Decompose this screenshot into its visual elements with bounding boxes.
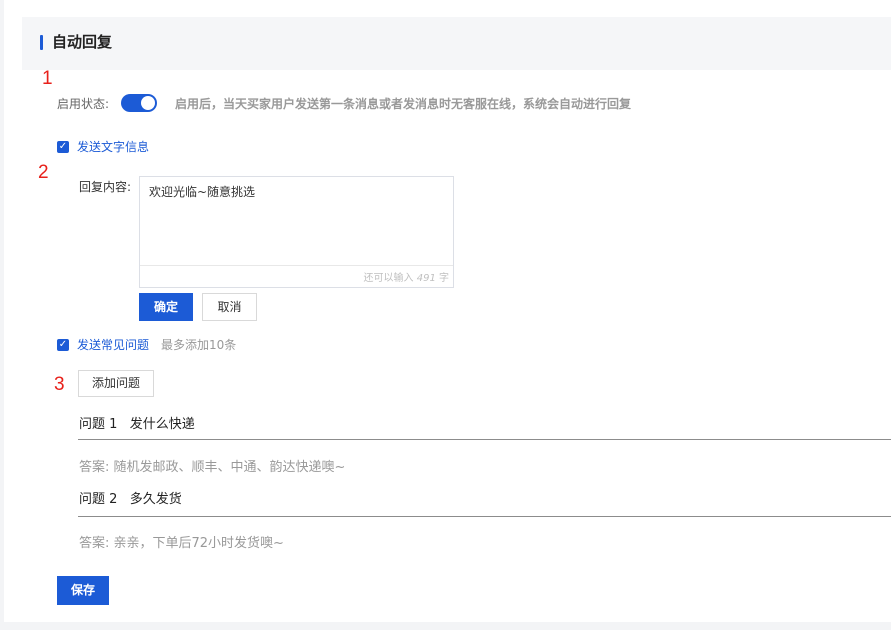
char-counter: 还可以输入 491 字 xyxy=(364,269,449,284)
annotation-2: 2 xyxy=(38,162,49,183)
check-icon[interactable]: ✓ xyxy=(57,339,69,351)
section-header: 自动回复 xyxy=(22,17,891,70)
counter-suffix: 字 xyxy=(439,273,449,284)
check-icon[interactable]: ✓ xyxy=(57,141,69,153)
counter-value: 491 xyxy=(416,273,436,284)
enable-toggle[interactable] xyxy=(121,94,157,112)
page-title: 自动回复 xyxy=(52,33,113,51)
reply-textarea-box: 还可以输入 491 字 xyxy=(139,176,454,288)
textarea-divider xyxy=(140,265,453,266)
faq-divider-2 xyxy=(78,516,891,517)
send-faq-checkbox-row[interactable]: ✓ 发送常见问题 最多添加10条 xyxy=(57,337,317,353)
annotation-3: 3 xyxy=(54,374,65,395)
save-button[interactable]: 保存 xyxy=(57,576,109,605)
reply-content-input[interactable] xyxy=(140,177,453,265)
faq-limit-hint: 最多添加10条 xyxy=(161,338,237,352)
cancel-button[interactable]: 取消 xyxy=(202,293,257,321)
send-text-checkbox-row[interactable]: ✓ 发送文字信息 xyxy=(57,139,257,155)
send-faq-label[interactable]: 发送常见问题 xyxy=(77,337,149,353)
faq-answer-2[interactable]: 答案: 亲亲，下单后72小时发货噢~ xyxy=(79,532,284,551)
confirm-button[interactable]: 确定 xyxy=(139,293,193,321)
faq-answer-1[interactable]: 答案: 随机发邮政、顺丰、中通、韵达快递噢~ xyxy=(79,456,345,475)
status-description: 启用后，当天买家用户发送第一条消息或者发消息时无客服在线，系统会自动进行回复 xyxy=(175,97,632,111)
send-text-label[interactable]: 发送文字信息 xyxy=(77,139,149,155)
faq-question-2[interactable]: 问题 2 多久发货 xyxy=(79,488,182,507)
header-accent-bar xyxy=(40,35,43,50)
reply-content-label: 回复内容: xyxy=(79,180,132,194)
toggle-knob xyxy=(141,96,155,110)
faq-divider-1 xyxy=(78,439,891,440)
faq-question-1[interactable]: 问题 1 发什么快递 xyxy=(79,413,195,432)
add-question-button[interactable]: 添加问题 xyxy=(78,370,154,397)
status-label: 启用状态: xyxy=(57,97,110,111)
annotation-1: 1 xyxy=(42,68,53,89)
counter-prefix: 还可以输入 xyxy=(363,273,414,284)
